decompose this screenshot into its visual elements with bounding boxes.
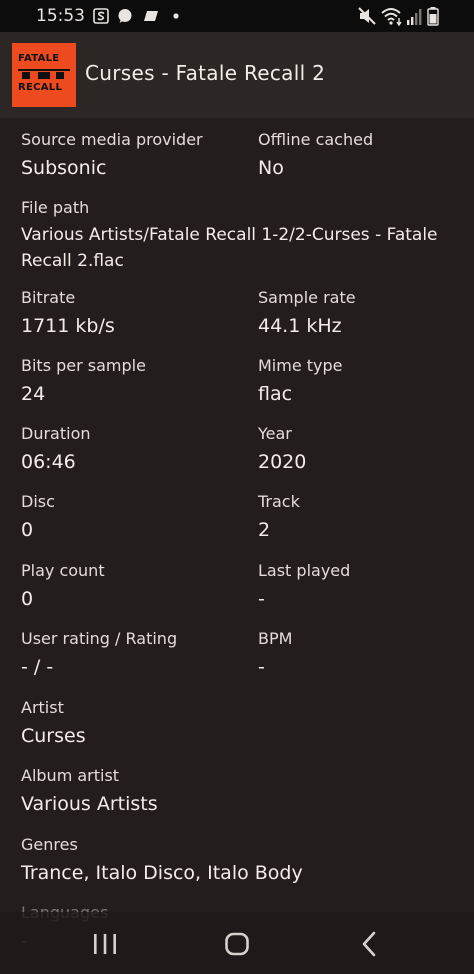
file-path-label: File path	[21, 198, 90, 217]
file-path-value: Various Artists/Fatale Recall 1-2/2-Curs…	[21, 225, 438, 271]
home-icon[interactable]	[219, 926, 255, 962]
mime-type-label: Mime type	[258, 356, 343, 375]
play-count-value: 0	[21, 588, 34, 610]
status-time: 15:53	[36, 6, 85, 26]
last-played-label: Last played	[258, 561, 351, 580]
battery-icon	[427, 7, 439, 26]
album-artist-label: Album artist	[21, 766, 120, 785]
year-label: Year	[258, 424, 292, 443]
album-art: FATALE RECALL	[12, 43, 76, 107]
mute-icon	[358, 7, 376, 25]
bitrate-label: Bitrate	[21, 288, 76, 307]
offline-cached-value: No	[258, 157, 284, 179]
wifi-icon	[381, 8, 402, 26]
source-media-provider-label: Source media provider	[21, 130, 203, 149]
artist-value: Curses	[21, 725, 86, 747]
sample-rate-value: 44.1 kHz	[258, 315, 342, 337]
page-title: Curses - Fatale Recall 2	[85, 61, 326, 85]
status-bar: 15:53	[0, 0, 474, 32]
duration-value: 06:46	[21, 451, 76, 473]
album-art-pattern	[18, 69, 70, 79]
user-rating-value: - / -	[21, 656, 54, 678]
mime-type-value: flac	[258, 383, 293, 405]
back-icon[interactable]	[352, 926, 388, 962]
bpm-label: BPM	[258, 629, 293, 648]
bpm-value: -	[258, 656, 265, 678]
play-count-label: Play count	[21, 561, 105, 580]
year-value: 2020	[258, 451, 307, 473]
artist-label: Artist	[21, 698, 64, 717]
source-media-provider-value: Subsonic	[21, 157, 107, 179]
signal-icon	[407, 9, 422, 25]
track-label: Track	[258, 492, 300, 511]
bits-per-sample-label: Bits per sample	[21, 356, 146, 375]
disc-value: 0	[21, 519, 34, 541]
album-art-text-1: FATALE	[18, 53, 60, 64]
bitrate-value: 1711 kb/s	[21, 315, 115, 337]
genres-value: Trance, Italo Disco, Italo Body	[21, 862, 303, 884]
user-rating-label: User rating / Rating	[21, 629, 178, 648]
genres-label: Genres	[21, 835, 78, 854]
last-played-value: -	[258, 588, 265, 610]
bits-per-sample-value: 24	[21, 383, 46, 405]
sample-rate-label: Sample rate	[258, 288, 356, 307]
navigation-bar	[0, 912, 474, 974]
recent-apps-icon[interactable]	[87, 926, 123, 962]
offline-cached-label: Offline cached	[258, 130, 374, 149]
app-header: FATALE RECALL Curses - Fatale Recall 2	[0, 32, 474, 118]
album-art-text-2: RECALL	[18, 82, 63, 93]
dot-icon	[173, 13, 179, 19]
s-app-icon	[93, 8, 109, 24]
album-artist-value: Various Artists	[21, 793, 158, 815]
disc-label: Disc	[21, 492, 55, 511]
track-value: 2	[258, 519, 271, 541]
tag-icon	[144, 11, 158, 21]
duration-label: Duration	[21, 424, 91, 443]
chat-bubble-icon	[118, 9, 132, 23]
